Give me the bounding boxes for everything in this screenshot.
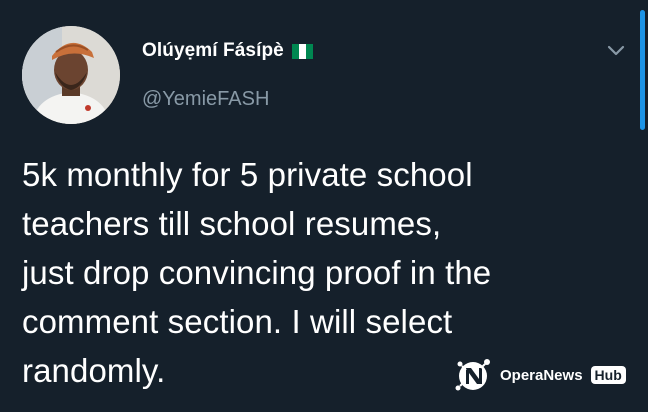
tweet-card: Olúyẹmí Fásípè @YemieFASH 5k monthly for… <box>0 0 648 412</box>
operanews-logo-icon <box>452 354 494 396</box>
watermark-badge: Hub <box>590 366 626 384</box>
avatar-image <box>22 26 120 124</box>
watermark: OperaNews Hub <box>452 354 626 396</box>
nigeria-flag-icon <box>291 43 313 59</box>
display-name-row: Olúyẹmí Fásípè <box>142 40 313 62</box>
avatar[interactable] <box>22 26 120 124</box>
chevron-down-icon[interactable] <box>604 40 628 60</box>
user-handle[interactable]: @YemieFASH <box>142 88 269 111</box>
watermark-brand: OperaNews <box>500 366 583 384</box>
display-name[interactable]: Olúyẹmí Fásípè <box>142 40 284 62</box>
scrollbar[interactable] <box>640 10 645 130</box>
